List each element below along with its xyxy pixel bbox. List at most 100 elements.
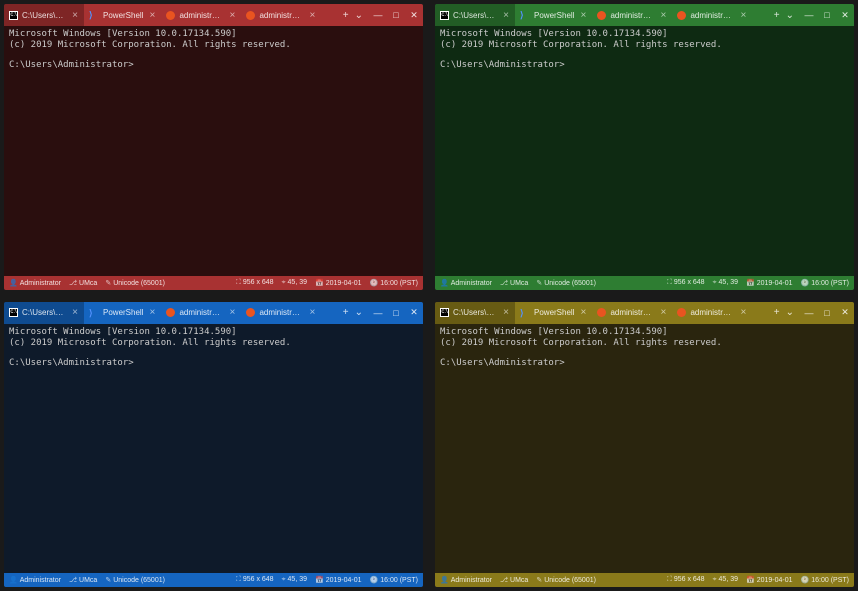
size-icon: ⛶: [236, 279, 241, 286]
powershell-icon: ⟩: [89, 308, 99, 318]
tab-close-icon[interactable]: ×: [738, 10, 748, 21]
tab-strip: c:\C:\Users\Administr...×⟩PowerShell×adm…: [4, 4, 337, 26]
tab[interactable]: administrator@DES...×: [161, 302, 241, 324]
new-tab-button[interactable]: +: [343, 10, 349, 21]
tab-close-icon[interactable]: ×: [307, 10, 317, 21]
user-icon: 👤: [440, 577, 449, 584]
ubuntu-icon: [166, 308, 175, 317]
clock-icon: 🕐: [370, 577, 379, 584]
encoding-icon: ✎: [105, 280, 111, 287]
status-user: 👤Administrator: [440, 576, 492, 584]
status-time-label: 16:00 (PST): [380, 280, 418, 287]
statusbar: 👤Administrator⎇UMca✎Unicode (65001)⛶956 …: [435, 573, 854, 587]
output-line: (c) 2019 Microsoft Corporation. All righ…: [9, 338, 418, 349]
minimize-button[interactable]: —: [369, 4, 387, 26]
terminal-body[interactable]: Microsoft Windows [Version 10.0.17134.59…: [4, 324, 423, 574]
tab-dropdown-icon[interactable]: ⌄: [786, 307, 794, 318]
status-cursor: ⌖45, 39: [713, 279, 738, 287]
tab-actions: +⌄: [768, 302, 800, 324]
tab[interactable]: administrator@...×: [241, 4, 321, 26]
terminal-body[interactable]: Microsoft Windows [Version 10.0.17134.59…: [4, 26, 423, 276]
close-button[interactable]: ✕: [405, 302, 423, 324]
status-encoding-label: Unicode (65001): [113, 577, 165, 584]
tab-close-icon[interactable]: ×: [501, 307, 511, 318]
tab[interactable]: administrator@DES...×: [672, 302, 752, 324]
status-shell: ⎇UMca: [69, 576, 97, 584]
tab[interactable]: administrator@DES...×: [241, 302, 321, 324]
status-cursor-label: 45, 39: [719, 279, 738, 286]
tab-close-icon[interactable]: ×: [738, 307, 748, 318]
tab-close-icon[interactable]: ×: [70, 10, 80, 21]
tab[interactable]: administrator@DES... ×: [592, 4, 672, 26]
new-tab-button[interactable]: +: [774, 10, 780, 21]
tab[interactable]: c:\C:\Users\Administr...×: [435, 4, 515, 26]
tab[interactable]: c:\C:\Users\Administr...×: [4, 302, 84, 324]
tab-close-icon[interactable]: ×: [578, 307, 588, 318]
tab-close-icon[interactable]: ×: [658, 307, 668, 318]
cursor-icon: ⌖: [713, 279, 717, 286]
tab-close-icon[interactable]: ×: [147, 307, 157, 318]
tab-strip: c:\C:\Users\Administr...×⟩PowerShell×adm…: [4, 302, 337, 324]
tab-close-icon[interactable]: ×: [501, 10, 511, 21]
tab-close-icon[interactable]: ×: [658, 10, 668, 21]
new-tab-button[interactable]: +: [343, 307, 349, 318]
cursor-icon: ⌖: [282, 279, 286, 286]
close-button[interactable]: ✕: [836, 302, 854, 324]
tab-dropdown-icon[interactable]: ⌄: [355, 307, 363, 318]
tab[interactable]: c:\C:\Users\Administr...×: [4, 4, 84, 26]
maximize-button[interactable]: □: [387, 4, 405, 26]
ubuntu-icon: [246, 11, 255, 20]
window-controls: —□✕: [800, 4, 854, 26]
prompt: C:\Users\Administrator>: [440, 358, 849, 369]
tab[interactable]: ⟩PowerShell×: [515, 4, 592, 26]
tab[interactable]: ⟩PowerShell×: [84, 4, 161, 26]
maximize-button[interactable]: □: [387, 302, 405, 324]
terminal-body[interactable]: Microsoft Windows [Version 10.0.17134.59…: [435, 26, 854, 276]
status-cursor: ⌖45, 39: [713, 576, 738, 584]
tab[interactable]: ⟩PowerShell×: [84, 302, 161, 324]
minimize-button[interactable]: —: [800, 4, 818, 26]
tab-close-icon[interactable]: ×: [307, 307, 317, 318]
tab-close-icon[interactable]: ×: [70, 307, 80, 318]
titlebar: c:\C:\Users\Administr...×⟩PowerShell×adm…: [435, 4, 854, 26]
status-cursor-label: 45, 39: [288, 576, 307, 583]
prompt: C:\Users\Administrator>: [9, 60, 418, 71]
tab[interactable]: c:\C:\Users\Administrat...×: [435, 302, 515, 324]
tab-label: C:\Users\Administr...: [453, 11, 497, 20]
maximize-button[interactable]: □: [818, 4, 836, 26]
tab[interactable]: administrator@DES...×: [592, 302, 672, 324]
minimize-button[interactable]: —: [800, 302, 818, 324]
tab-close-icon[interactable]: ×: [227, 307, 237, 318]
status-encoding: ✎Unicode (65001): [536, 576, 596, 584]
tab-close-icon[interactable]: ×: [227, 10, 237, 21]
output-line: (c) 2019 Microsoft Corporation. All righ…: [9, 40, 418, 51]
tab-close-icon[interactable]: ×: [578, 10, 588, 21]
window-controls: —□✕: [369, 4, 423, 26]
new-tab-button[interactable]: +: [774, 307, 780, 318]
output-line: Microsoft Windows [Version 10.0.17134.59…: [9, 327, 418, 338]
cmd-icon: c:\: [440, 308, 449, 317]
tab-actions: +⌄: [768, 4, 800, 26]
prompt: C:\Users\Administrator>: [440, 60, 849, 71]
tab[interactable]: ⟩PowerShell×: [515, 302, 592, 324]
statusbar: 👤Administrator⎇UMca✎Unicode (65001)⛶956 …: [435, 276, 854, 290]
tab[interactable]: administrator@DES...×: [161, 4, 241, 26]
tab-dropdown-icon[interactable]: ⌄: [355, 10, 363, 21]
tab-dropdown-icon[interactable]: ⌄: [786, 10, 794, 21]
minimize-button[interactable]: —: [369, 302, 387, 324]
status-date-label: 2019-04-01: [757, 280, 793, 287]
maximize-button[interactable]: □: [818, 302, 836, 324]
status-user: 👤Administrator: [440, 279, 492, 287]
close-button[interactable]: ✕: [836, 4, 854, 26]
calendar-icon: 📅: [315, 280, 324, 287]
close-button[interactable]: ✕: [405, 4, 423, 26]
tab-label: administrator@DES...: [610, 11, 654, 20]
status-time-label: 16:00 (PST): [380, 577, 418, 584]
user-icon: 👤: [440, 280, 449, 287]
cmd-icon: c:\: [9, 308, 18, 317]
tab-close-icon[interactable]: ×: [147, 10, 157, 21]
terminal-body[interactable]: Microsoft Windows [Version 10.0.17134.59…: [435, 324, 854, 574]
status-encoding: ✎Unicode (65001): [105, 576, 165, 584]
tab[interactable]: administrator@DES...×: [672, 4, 752, 26]
ubuntu-icon: [246, 308, 255, 317]
